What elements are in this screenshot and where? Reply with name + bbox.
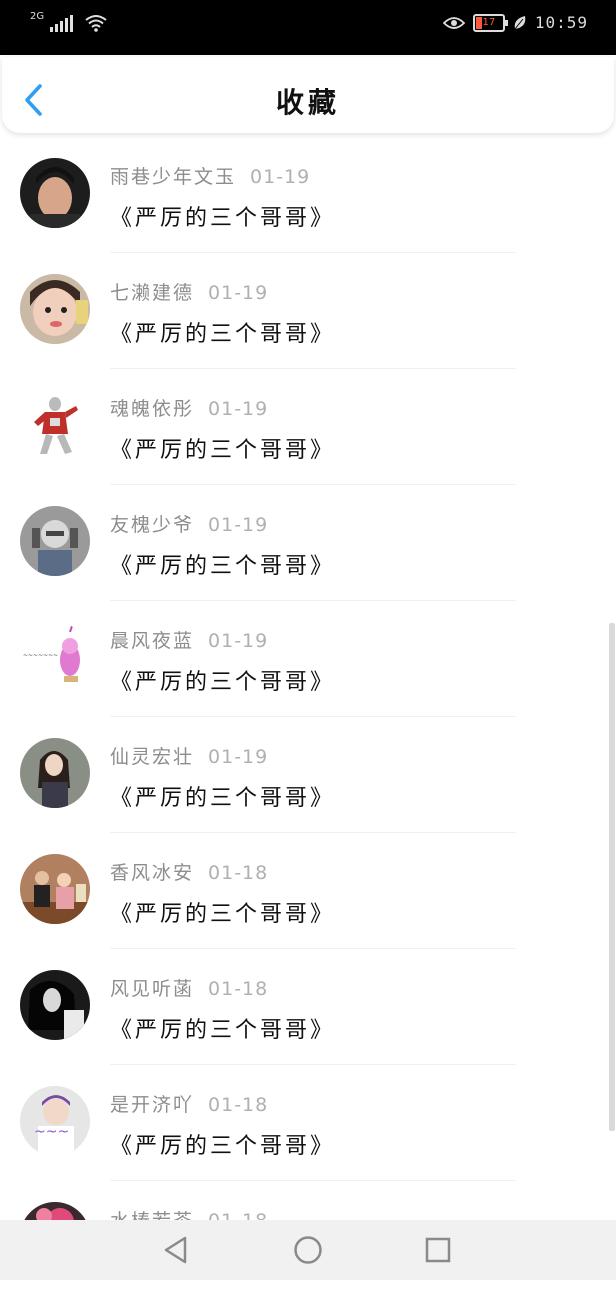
avatar[interactable] <box>20 854 90 924</box>
item-date: 01-19 <box>208 746 269 768</box>
avatar[interactable] <box>20 738 90 808</box>
avatar[interactable]: ~~~ <box>20 1086 90 1156</box>
avatar[interactable] <box>20 390 90 460</box>
avatar[interactable] <box>20 158 90 228</box>
item-date: 01-19 <box>208 630 269 652</box>
item-meta: 魂魄依彤 01-19 <box>110 394 268 421</box>
divider <box>110 832 516 833</box>
item-content: 《严厉的三个哥哥》 <box>110 438 336 463</box>
item-content: 《严厉的三个哥哥》 <box>110 670 336 695</box>
battery-icon: 17 <box>472 13 508 32</box>
list-item[interactable]: 风见听菡 01-18 《严厉的三个哥哥》 <box>0 952 616 1068</box>
leaf-icon <box>514 15 526 29</box>
battery-level: 17 <box>482 16 496 28</box>
item-content: 《严厉的三个哥哥》 <box>110 206 336 231</box>
avatar[interactable] <box>20 274 90 344</box>
user-name: 是开济吖 <box>110 1094 195 1116</box>
user-name: 晨风夜蓝 <box>110 630 195 652</box>
back-triangle-icon[interactable] <box>160 1234 192 1266</box>
divider <box>110 484 516 485</box>
signal-icon <box>50 14 74 32</box>
wifi-icon <box>85 15 107 32</box>
clock: 10:59 <box>534 13 588 32</box>
svg-text:~~~: ~~~ <box>34 1124 69 1140</box>
divider <box>110 368 516 369</box>
divider <box>110 1180 516 1181</box>
item-meta: 香风冰安 01-18 <box>110 858 268 885</box>
item-meta: 晨风夜蓝 01-19 <box>110 626 268 653</box>
user-name: 风见听菡 <box>110 978 195 1000</box>
list-item[interactable]: 雨巷少年文玉 01-19 《严厉的三个哥哥》 <box>0 140 616 256</box>
network-type: 2G <box>30 11 45 22</box>
item-content: 《严厉的三个哥哥》 <box>110 322 336 347</box>
list-item[interactable]: 魂魄依彤 01-19 《严厉的三个哥哥》 <box>0 372 616 488</box>
user-name: 仙灵宏壮 <box>110 746 195 768</box>
divider <box>110 252 516 253</box>
item-date: 01-18 <box>208 978 269 1000</box>
item-meta: 友槐少爷 01-19 <box>110 510 268 537</box>
list-item[interactable]: 友槐少爷 01-19 《严厉的三个哥哥》 <box>0 488 616 604</box>
avatar[interactable] <box>20 506 90 576</box>
home-circle-icon[interactable] <box>292 1234 324 1266</box>
page-title: 收藏 <box>275 86 340 119</box>
list-item[interactable]: ~~~~~~~ 晨风夜蓝 01-19 《严厉的三个哥哥》 <box>0 604 616 720</box>
avatar[interactable]: ~~~~~~~ <box>20 622 90 692</box>
avatar[interactable] <box>20 970 90 1040</box>
scrollbar[interactable] <box>609 623 615 1131</box>
item-date: 01-18 <box>208 1094 269 1116</box>
user-name: 魂魄依彤 <box>110 398 195 420</box>
item-date: 01-19 <box>250 166 311 188</box>
item-content: 《严厉的三个哥哥》 <box>110 1018 336 1043</box>
status-bar: 2G 17 10:59 <box>0 0 616 55</box>
item-date: 01-19 <box>208 514 269 536</box>
divider <box>110 1064 516 1065</box>
status-left: 2G <box>30 11 107 32</box>
user-name: 香风冰安 <box>110 862 195 884</box>
item-date: 01-19 <box>208 398 269 420</box>
user-name: 七濑建德 <box>110 282 195 304</box>
eye-comfort-icon <box>442 16 465 29</box>
divider <box>110 948 516 949</box>
item-content: 《严厉的三个哥哥》 <box>110 786 336 811</box>
item-meta: 雨巷少年文玉 01-19 <box>110 162 310 189</box>
header-bar: 收藏 <box>2 57 614 133</box>
list-item[interactable]: 香风冰安 01-18 《严厉的三个哥哥》 <box>0 836 616 952</box>
svg-text:~~~~~~~: ~~~~~~~ <box>23 652 58 659</box>
divider <box>110 716 516 717</box>
user-name: 雨巷少年文玉 <box>110 166 237 188</box>
item-date: 01-18 <box>208 862 269 884</box>
item-meta: 七濑建德 01-19 <box>110 278 268 305</box>
favorites-list: 雨巷少年文玉 01-19 《严厉的三个哥哥》 七濑建德 01-19 《严厉的三个哥哥… <box>0 140 616 1300</box>
recents-square-icon[interactable] <box>422 1234 454 1266</box>
list-item[interactable]: 仙灵宏壮 01-19 《严厉的三个哥哥》 <box>0 720 616 836</box>
divider <box>110 600 516 601</box>
status-right: 17 10:59 <box>442 13 588 32</box>
item-content: 《严厉的三个哥哥》 <box>110 1134 336 1159</box>
item-meta: 仙灵宏壮 01-19 <box>110 742 268 769</box>
system-nav-bar <box>0 1220 616 1280</box>
list-item[interactable]: 七濑建德 01-19 《严厉的三个哥哥》 <box>0 256 616 372</box>
item-meta: 是开济吖 01-18 <box>110 1090 268 1117</box>
item-date: 01-19 <box>208 282 269 304</box>
item-content: 《严厉的三个哥哥》 <box>110 554 336 579</box>
item-content: 《严厉的三个哥哥》 <box>110 902 336 927</box>
list-item[interactable]: ~~~ 是开济吖 01-18 《严厉的三个哥哥》 <box>0 1068 616 1184</box>
user-name: 友槐少爷 <box>110 514 195 536</box>
item-meta: 风见听菡 01-18 <box>110 974 268 1001</box>
